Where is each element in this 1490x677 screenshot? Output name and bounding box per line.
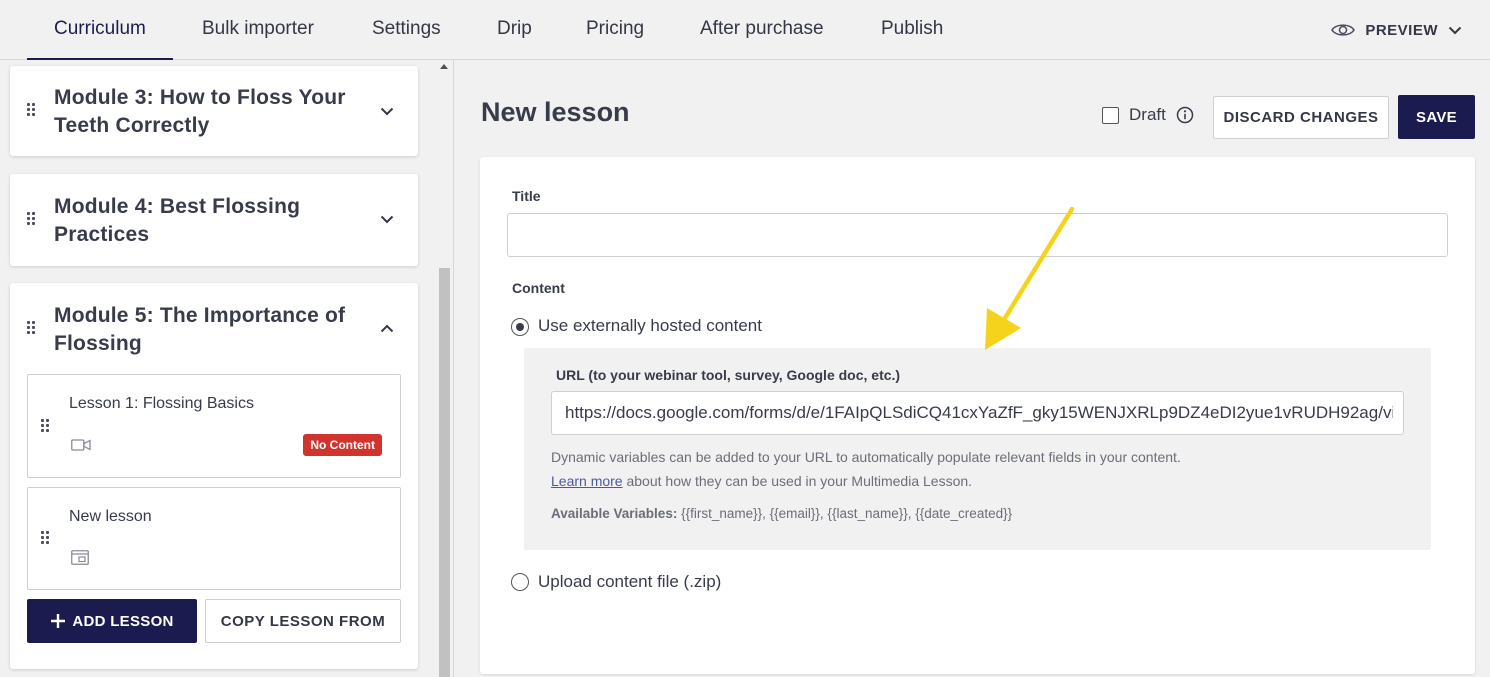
info-icon[interactable] <box>1176 106 1194 124</box>
lesson-item[interactable]: New lesson <box>27 487 401 590</box>
module-card[interactable]: Module 3: How to Floss Your Teeth Correc… <box>10 66 418 156</box>
drag-handle-icon[interactable] <box>41 419 51 435</box>
lesson-title: Lesson 1: Flossing Basics <box>69 395 254 412</box>
draft-label: Draft <box>1129 105 1166 124</box>
tab-after-purchase[interactable]: After purchase <box>700 0 824 60</box>
draft-checkbox[interactable] <box>1102 106 1119 124</box>
available-variables: Available Variables: {{first_name}}, {{e… <box>551 506 1012 521</box>
drag-handle-icon[interactable] <box>41 531 51 547</box>
lesson-item[interactable]: Lesson 1: Flossing Basics No Content <box>27 374 401 478</box>
title-field-label: Title <box>512 188 541 204</box>
drag-handle-icon[interactable] <box>27 103 37 119</box>
annotation-arrow-icon <box>985 206 1075 350</box>
tab-pricing[interactable]: Pricing <box>586 0 644 60</box>
url-field-label: URL (to your webinar tool, survey, Googl… <box>556 367 901 383</box>
helper-text: Dynamic variables can be added to your U… <box>551 449 1181 465</box>
module-title: Module 5: The Importance of Flossing <box>54 304 346 355</box>
copy-lesson-button[interactable]: COPY LESSON FROM <box>205 599 401 643</box>
chevron-down-icon <box>1448 26 1462 35</box>
no-content-badge: No Content <box>303 434 382 456</box>
helper-text-2: Learn more about how they can be used in… <box>551 473 972 489</box>
tab-settings[interactable]: Settings <box>372 0 441 60</box>
learn-more-link[interactable]: Learn more <box>551 473 623 489</box>
tab-publish[interactable]: Publish <box>881 0 943 60</box>
preview-label: PREVIEW <box>1365 21 1438 39</box>
url-input-value[interactable]: https://docs.google.com/forms/d/e/1FAIpQ… <box>565 403 1393 423</box>
chevron-down-icon[interactable] <box>380 107 394 116</box>
top-navigation: Curriculum Bulk importer Settings Drip P… <box>0 0 1490 61</box>
tab-curriculum[interactable]: Curriculum <box>27 0 173 61</box>
variables-list: {{first_name}}, {{email}}, {{last_name}}… <box>677 506 1013 521</box>
scrollbar-thumb[interactable] <box>439 268 450 677</box>
eye-icon <box>1331 22 1356 38</box>
external-content-radio[interactable] <box>511 318 529 336</box>
chevron-up-icon[interactable] <box>380 324 394 333</box>
helper-text-suffix: about how they can be used in your Multi… <box>622 473 973 489</box>
tab-drip[interactable]: Drip <box>497 0 532 60</box>
module-card[interactable]: Module 4: Best Flossing Practices <box>10 174 418 266</box>
module-title: Module 4: Best Flossing Practices <box>54 195 301 246</box>
plus-icon <box>51 614 66 628</box>
module-title: Module 3: How to Floss Your Teeth Correc… <box>54 86 346 137</box>
content-label: Content <box>512 280 565 296</box>
video-icon <box>71 439 91 451</box>
variables-label: Available Variables: <box>551 506 678 521</box>
tab-bulk-importer[interactable]: Bulk importer <box>202 0 314 60</box>
save-button[interactable]: SAVE <box>1398 95 1475 139</box>
external-content-label[interactable]: Use externally hosted content <box>538 316 762 336</box>
drag-handle-icon[interactable] <box>27 321 37 337</box>
lesson-title: New lesson <box>69 508 152 525</box>
multimedia-icon <box>71 550 89 565</box>
preview-button[interactable]: PREVIEW <box>1331 0 1462 60</box>
draft-toggle[interactable]: Draft <box>1102 105 1194 125</box>
page-title: New lesson <box>481 97 630 127</box>
drag-handle-icon[interactable] <box>27 212 37 228</box>
scroll-up-arrow-icon[interactable] <box>440 64 448 69</box>
discard-changes-button[interactable]: DISCARD CHANGES <box>1213 96 1389 139</box>
upload-content-label[interactable]: Upload content file (.zip) <box>538 572 721 592</box>
add-lesson-label: ADD LESSON <box>72 612 174 630</box>
chevron-down-icon[interactable] <box>380 215 394 224</box>
upload-content-radio[interactable] <box>511 573 529 591</box>
curriculum-sidebar: Module 3: How to Floss Your Teeth Correc… <box>0 60 454 677</box>
add-lesson-button[interactable]: ADD LESSON <box>27 599 197 643</box>
